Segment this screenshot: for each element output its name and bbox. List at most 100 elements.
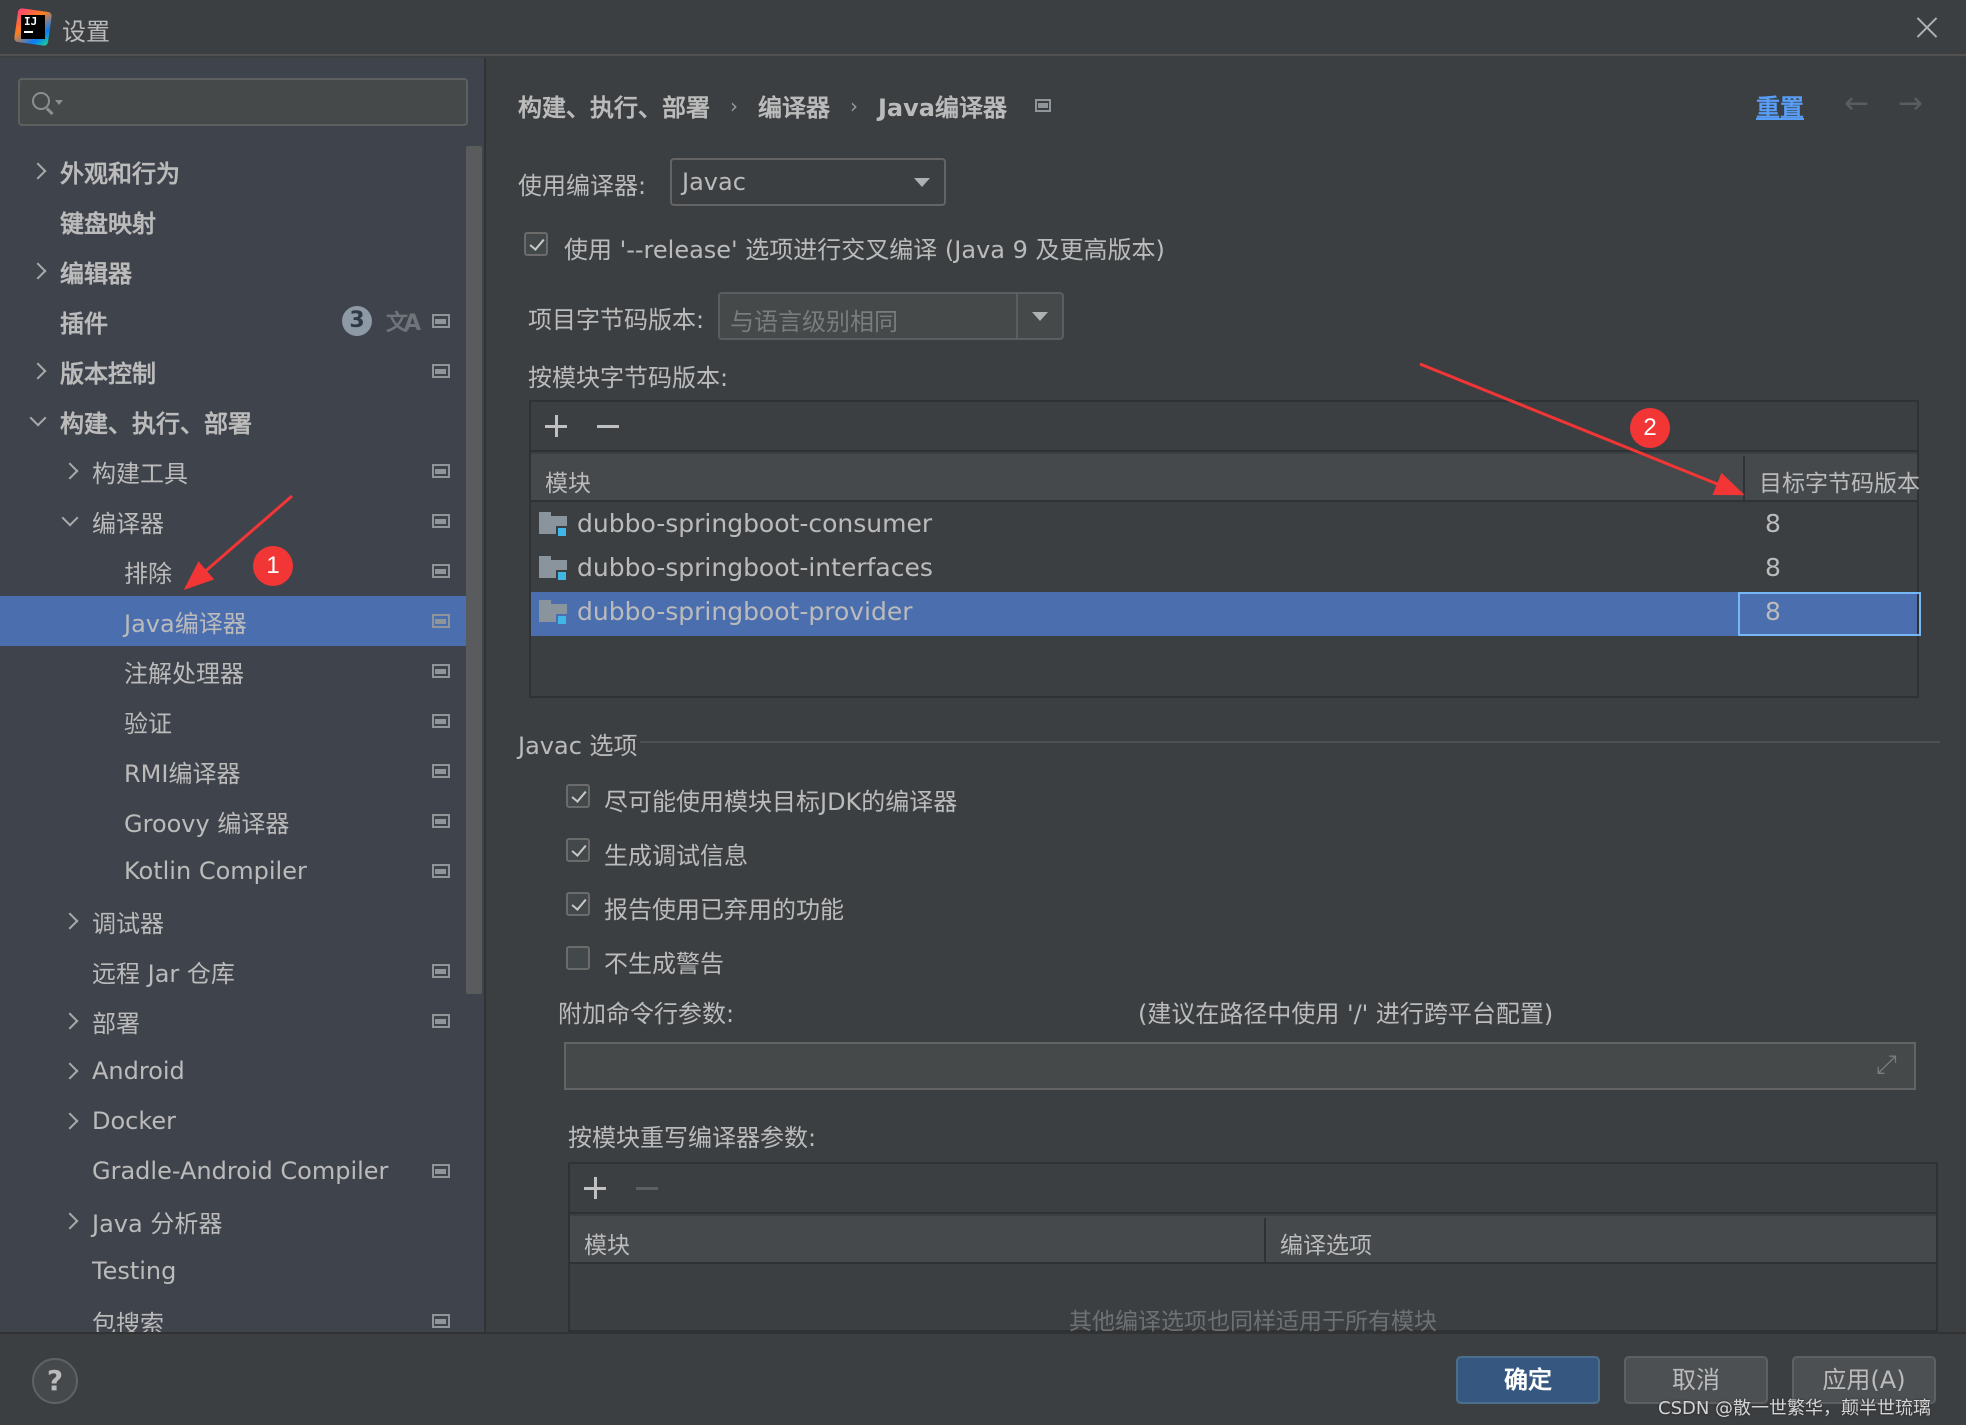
project-scope-icon [432,664,450,678]
reset-link[interactable]: 重置 [1756,88,1804,123]
javac-option-checkbox[interactable] [566,946,590,970]
chevron-right-icon[interactable] [61,1212,79,1230]
chevron-right-icon[interactable] [29,162,47,180]
project-bytecode-dropdown[interactable]: 与语言级别相同 [718,292,1064,340]
forward-arrow-icon[interactable]: → [1898,86,1923,121]
content-scrollbar[interactable] [1960,58,1966,1332]
chevron-down-icon[interactable] [61,509,79,527]
remove-module-button[interactable] [597,415,621,439]
sidebar-item[interactable]: Groovy 编译器 [0,796,468,846]
sidebar-item-label: 构建工具 [92,459,188,488]
sidebar-item[interactable]: 排除 [0,546,468,596]
module-folder-icon [539,600,569,626]
remove-override-button[interactable] [636,1177,660,1201]
chevron-right-icon[interactable] [61,462,79,480]
column-header-module[interactable]: 模块 [545,464,591,498]
help-button[interactable]: ? [32,1358,78,1404]
javac-option-checkbox[interactable] [566,784,590,808]
ok-button[interactable]: 确定 [1456,1356,1600,1404]
sidebar-item[interactable]: 版本控制 [0,346,468,396]
module-name: dubbo-springboot-interfaces [577,553,933,582]
module-folder-icon [539,556,569,582]
table-row[interactable]: dubbo-springboot-consumer 8 [531,504,1917,548]
column-header-module[interactable]: 模块 [584,1226,630,1260]
chevron-down-icon[interactable] [29,409,47,427]
watermark: CSDN @散一世繁华，颠半世琉璃 [1658,1398,1932,1419]
project-scope-icon [432,364,450,378]
column-header-compile-options[interactable]: 编译选项 [1280,1226,1372,1260]
sidebar-item[interactable]: 构建工具 [0,446,468,496]
sidebar-item[interactable]: 验证 [0,696,468,746]
project-bytecode-value: 与语言级别相同 [730,308,898,336]
project-scope-icon [432,1164,450,1178]
update-count-badge: 3 [342,306,372,336]
chevron-right-icon[interactable] [61,1062,79,1080]
sidebar-item[interactable]: 构建、执行、部署 [0,396,468,446]
dialog-footer: ? 确定 取消 应用(A) CSDN @散一世繁华，颠半世琉璃 [0,1332,1966,1425]
chevron-right-icon[interactable] [61,1012,79,1030]
sidebar-item[interactable]: Gradle-Android Compiler [0,1146,468,1196]
sidebar-item[interactable]: 包搜索 [0,1296,468,1332]
column-resize-handle[interactable] [1743,456,1745,500]
sidebar-item[interactable]: RMI编译器 [0,746,468,796]
column-header-target-bytecode[interactable]: 目标字节码版本 [1759,464,1920,498]
sidebar-item[interactable]: 编译器 [0,496,468,546]
add-override-button[interactable] [584,1177,608,1201]
release-option-checkbox[interactable] [524,232,548,256]
back-arrow-icon[interactable]: ← [1844,86,1869,121]
table-header: 模块 目标字节码版本 [531,454,1920,502]
sidebar-item[interactable]: Testing [0,1246,468,1296]
sidebar-item-label: Gradle-Android Compiler [92,1157,389,1185]
sidebar-item[interactable]: 插件 3 文A [0,296,468,346]
compiler-dropdown[interactable]: Javac [670,158,946,206]
module-name: dubbo-springboot-consumer [577,509,933,538]
project-scope-icon [432,814,450,828]
add-module-button[interactable] [545,415,569,439]
settings-search-input[interactable] [18,78,468,126]
javac-option-checkbox[interactable] [566,892,590,916]
chevron-right-icon[interactable] [29,362,47,380]
sidebar-item-label: 注解处理器 [124,659,244,688]
javac-option-label: 报告使用已弃用的功能 [604,896,844,924]
expand-icon[interactable] [1876,1050,1902,1081]
table-row[interactable]: dubbo-springboot-interfaces 8 [531,548,1917,592]
sidebar-item-label: Testing [92,1257,177,1285]
javac-option-label: 尽可能使用模块目标JDK的编译器 [604,788,958,816]
chevron-right-icon[interactable] [61,1112,79,1130]
compiler-label: 使用编译器: [518,172,647,200]
sidebar-item[interactable]: Java编译器 [0,596,468,646]
sidebar-item[interactable]: 注解处理器 [0,646,468,696]
column-resize-handle[interactable] [1264,1218,1266,1262]
breadcrumb-item: 构建、执行、部署 [518,94,710,122]
table-row[interactable]: dubbo-springboot-provider 8 [531,592,1921,636]
sidebar-item[interactable]: Android [0,1046,468,1096]
sidebar-item[interactable]: Docker [0,1096,468,1146]
override-params-label: 按模块重写编译器参数: [568,1124,817,1152]
search-icon[interactable] [30,90,63,116]
sidebar-item-label: Java编译器 [124,609,247,638]
close-icon[interactable] [1912,12,1942,42]
target-bytecode-version[interactable]: 8 [1743,597,1803,626]
sidebar-item[interactable]: 调试器 [0,896,468,946]
sidebar-item[interactable]: 编辑器 [0,246,468,296]
sidebar-item[interactable]: 部署 [0,996,468,1046]
sidebar-item[interactable]: 键盘映射 [0,196,468,246]
sidebar-scrollbar[interactable] [466,146,482,994]
chevron-down-icon [1032,312,1048,321]
sidebar-item[interactable]: 外观和行为 [0,146,468,196]
chevron-right-icon[interactable] [29,262,47,280]
sidebar-item[interactable]: Java 分析器 [0,1196,468,1246]
target-bytecode-version[interactable]: 8 [1743,553,1803,582]
chevron-right-icon[interactable] [61,912,79,930]
sidebar-item[interactable]: 远程 Jar 仓库 [0,946,468,996]
javac-option-checkbox[interactable] [566,838,590,862]
sidebar-item-label: 编辑器 [60,259,132,288]
sidebar-item-label: 版本控制 [60,359,156,388]
project-scope-icon [432,764,450,778]
sidebar-item[interactable]: Kotlin Compiler [0,846,468,896]
project-scope-icon [432,964,450,978]
project-scope-icon [432,314,450,328]
target-bytecode-version[interactable]: 8 [1743,509,1803,538]
module-folder-icon [539,512,569,538]
cmdline-params-input[interactable] [564,1042,1916,1090]
